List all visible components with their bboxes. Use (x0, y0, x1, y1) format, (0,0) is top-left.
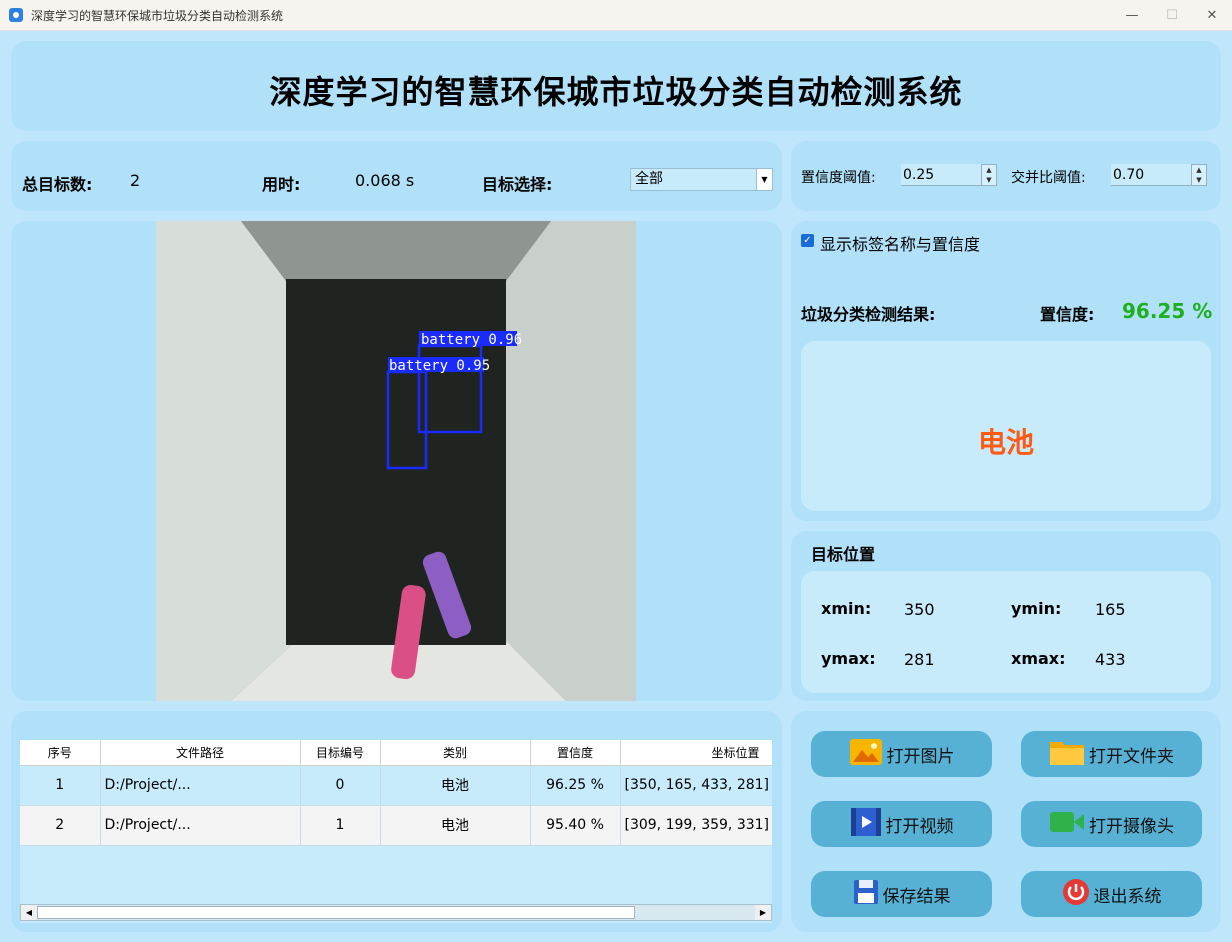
table-cell: 95.40 % (530, 805, 621, 846)
total-count-label: 总目标数: (22, 175, 93, 194)
open-image-label: 打开图片 (886, 746, 955, 767)
column-header[interactable]: 坐标位置 (620, 740, 772, 766)
table-cell: D:/Project/... (100, 805, 301, 846)
column-header[interactable]: 序号 (20, 740, 101, 766)
camera-icon (1049, 810, 1085, 839)
open-folder-button[interactable]: 打开文件夹 (1021, 731, 1202, 777)
open-image-button[interactable]: 打开图片 (811, 731, 992, 777)
result-class-name: 电池 (977, 426, 1034, 459)
spin-up-icon[interactable]: ▲ (1192, 165, 1206, 175)
open-video-label: 打开视频 (885, 816, 954, 837)
result-conf-label: 置信度: (1040, 305, 1095, 324)
title-bar: 深度学习的智慧环保城市垃圾分类自动检测系统 — ☐ ✕ (0, 0, 1232, 31)
left-wall (156, 221, 296, 701)
detection-image-canvas: battery 0.96 battery 0.95 (156, 221, 636, 701)
xmax-label: xmax: (1011, 649, 1066, 668)
results-table-area: 序号 文件路径 目标编号 类别 置信度 坐标位置 1 D:/Project/..… (20, 740, 772, 923)
table-cell: 电池 (380, 805, 531, 846)
window-title: 深度学习的智慧环保城市垃圾分类自动检测系统 (31, 8, 284, 23)
table-cell: D:/Project/... (100, 765, 301, 806)
ymin-label: ymin: (1011, 599, 1062, 618)
top-wall (241, 221, 551, 281)
column-header[interactable]: 置信度 (530, 740, 621, 766)
column-header[interactable]: 类别 (380, 740, 531, 766)
table-cell: 1 (20, 765, 101, 806)
target-select-label: 目标选择: (482, 175, 553, 194)
table-header-row: 序号 文件路径 目标编号 类别 置信度 坐标位置 (20, 740, 772, 766)
chevron-down-icon[interactable]: ▼ (756, 169, 772, 190)
target-select-dropdown[interactable]: 全部 ▼ (630, 168, 773, 191)
app-icon (9, 8, 23, 22)
show-labels-label: 显示标签名称与置信度 (820, 235, 981, 254)
show-labels-checkbox[interactable]: ✓ (801, 234, 814, 247)
table-cell: 0 (300, 765, 381, 806)
video-icon (850, 807, 882, 842)
maximize-button[interactable]: ☐ (1152, 0, 1192, 31)
open-camera-button[interactable]: 打开摄像头 (1021, 801, 1202, 847)
column-header[interactable]: 目标编号 (300, 740, 381, 766)
table-row[interactable]: 1 D:/Project/... 0 电池 96.25 % [350, 165,… (20, 765, 772, 806)
minimize-button[interactable]: — (1112, 0, 1152, 31)
spin-down-icon[interactable]: ▼ (1192, 175, 1206, 185)
iou-threshold-spinbox[interactable]: 0.70 ▲ ▼ (1111, 164, 1207, 186)
page-title: 深度学习的智慧环保城市垃圾分类自动检测系统 (269, 73, 963, 111)
detection-image: battery 0.96 battery 0.95 (156, 221, 636, 701)
time-label: 用时: (262, 175, 301, 194)
save-result-label: 保存结果 (882, 886, 951, 907)
power-icon (1062, 878, 1090, 911)
close-button[interactable]: ✕ (1192, 0, 1232, 31)
horizontal-scrollbar[interactable]: ◀ ▶ (20, 904, 772, 921)
conf-threshold-label: 置信度阈值: (801, 170, 876, 186)
results-table: 序号 文件路径 目标编号 类别 置信度 坐标位置 1 D:/Project/..… (20, 740, 772, 846)
exit-label: 退出系统 (1093, 886, 1162, 907)
conf-threshold-spinbox[interactable]: 0.25 ▲ ▼ (901, 164, 997, 186)
right-wall (506, 221, 636, 701)
table-cell: 电池 (380, 765, 531, 806)
result-conf-value: 96.25 % (1122, 299, 1213, 323)
scroll-right-icon[interactable]: ▶ (755, 905, 771, 920)
iou-threshold-value: 0.70 (1113, 167, 1145, 183)
exit-button[interactable]: 退出系统 (1021, 871, 1202, 917)
open-video-button[interactable]: 打开视频 (811, 801, 992, 847)
spin-down-icon[interactable]: ▼ (982, 175, 996, 185)
xmin-value: 350 (904, 600, 935, 619)
bbox-2-label: battery 0.95 (389, 358, 490, 374)
position-title: 目标位置 (811, 545, 876, 564)
table-row[interactable]: 2 D:/Project/... 1 电池 95.40 % [309, 199,… (20, 805, 772, 846)
scroll-left-icon[interactable]: ◀ (21, 905, 37, 920)
image-icon (849, 738, 883, 771)
xmin-label: xmin: (821, 599, 872, 618)
spin-up-icon[interactable]: ▲ (982, 165, 996, 175)
ymax-value: 281 (904, 650, 935, 669)
scrollbar-thumb[interactable] (37, 906, 635, 919)
position-box (801, 571, 1211, 693)
iou-threshold-label: 交并比阈值: (1011, 170, 1086, 186)
table-cell: 96.25 % (530, 765, 621, 806)
bbox-1-label: battery 0.96 (421, 332, 522, 348)
open-folder-label: 打开文件夹 (1089, 746, 1174, 767)
save-result-button[interactable]: 保存结果 (811, 871, 992, 917)
result-title: 垃圾分类检测结果: (801, 305, 936, 324)
app-client: 深度学习的智慧环保城市垃圾分类自动检测系统 总目标数: 2 用时: 0.068 … (0, 31, 1232, 942)
ymax-label: ymax: (821, 649, 876, 668)
xmax-value: 433 (1095, 650, 1126, 669)
target-select-value: 全部 (635, 171, 663, 187)
open-camera-label: 打开摄像头 (1089, 816, 1174, 837)
time-value: 0.068 s (355, 171, 415, 190)
folder-icon (1049, 738, 1085, 771)
column-header[interactable]: 文件路径 (100, 740, 301, 766)
table-cell: [309, 199, 359, 331] (620, 805, 772, 846)
header-panel: 深度学习的智慧环保城市垃圾分类自动检测系统 (11, 41, 1221, 131)
total-count-value: 2 (130, 171, 141, 190)
ymin-value: 165 (1095, 600, 1126, 619)
save-icon (853, 879, 879, 910)
table-cell: 1 (300, 805, 381, 846)
table-cell: 2 (20, 805, 101, 846)
table-cell: [350, 165, 433, 281] (620, 765, 772, 806)
conf-threshold-value: 0.25 (903, 167, 935, 183)
